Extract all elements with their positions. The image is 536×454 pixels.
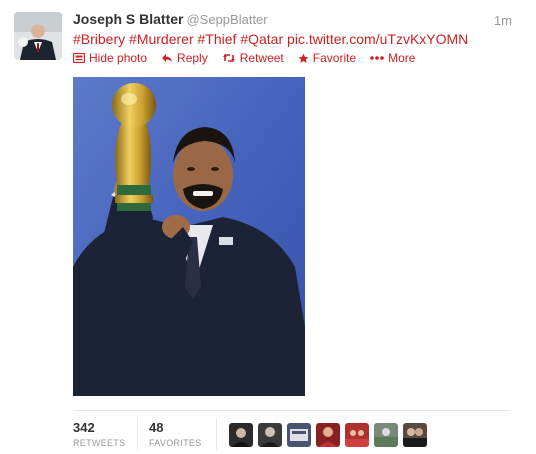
retweet-button[interactable]: Retweet [222,51,284,65]
favorites-count: 48 [149,420,164,435]
reply-icon [162,54,173,62]
more-label: More [388,51,416,65]
favoriter-avatar[interactable] [229,423,253,447]
favoriter-avatar[interactable] [316,423,340,447]
author-handle[interactable]: @SeppBlatter [186,12,267,27]
author-name[interactable]: Joseph S Blatter [73,11,183,27]
favorite-label: Favorite [312,51,357,65]
tweet-actions: Hide photo Reply Retweet Favorite More [73,51,429,65]
hashtag-murderer[interactable]: #Murderer [129,31,194,47]
favoriter-avatar[interactable] [258,423,282,447]
favoriter-avatar[interactable] [403,423,427,447]
retweets-stat[interactable]: 342 RETWEETS [73,420,125,448]
hashtag-bribery[interactable]: #Bribery [73,31,125,47]
favoriter-avatars [229,423,432,447]
photo-icon [73,53,85,63]
tweet-media-link[interactable]: pic.twitter.com/uTzvKxYOMN [287,31,468,47]
favorites-label: FAVORITES [149,438,202,448]
reply-button[interactable]: Reply [161,51,208,65]
author-avatar[interactable] [14,12,62,60]
more-button[interactable]: More [370,51,415,65]
star-icon [298,53,309,63]
retweet-label: Retweet [239,51,284,65]
stats-separator-2 [216,418,217,450]
favorite-button[interactable]: Favorite [298,51,356,65]
favoriter-avatar[interactable] [374,423,398,447]
reply-label: Reply [177,51,208,65]
author-header: Joseph S Blatter @SeppBlatter [73,11,268,27]
hashtag-thief[interactable]: #Thief [198,31,237,47]
stats-separator [137,418,138,450]
hide-photo-button[interactable]: Hide photo [73,51,147,65]
hashtag-qatar[interactable]: #Qatar [240,31,283,47]
stats-divider [73,410,511,411]
retweets-count: 342 [73,420,95,435]
favorites-stat[interactable]: 48 FAVORITES [149,420,202,448]
more-dots-icon [370,56,384,60]
tweet-photo[interactable] [73,77,305,396]
tweet-text: #Bribery #Murderer #Thief #Qatar pic.twi… [73,31,468,47]
retweets-label: RETWEETS [73,438,126,448]
retweet-icon [222,54,235,62]
tweet-timestamp[interactable]: 1m [494,13,512,28]
favoriter-avatar[interactable] [345,423,369,447]
favoriter-avatar[interactable] [287,423,311,447]
hide-photo-label: Hide photo [89,51,148,65]
